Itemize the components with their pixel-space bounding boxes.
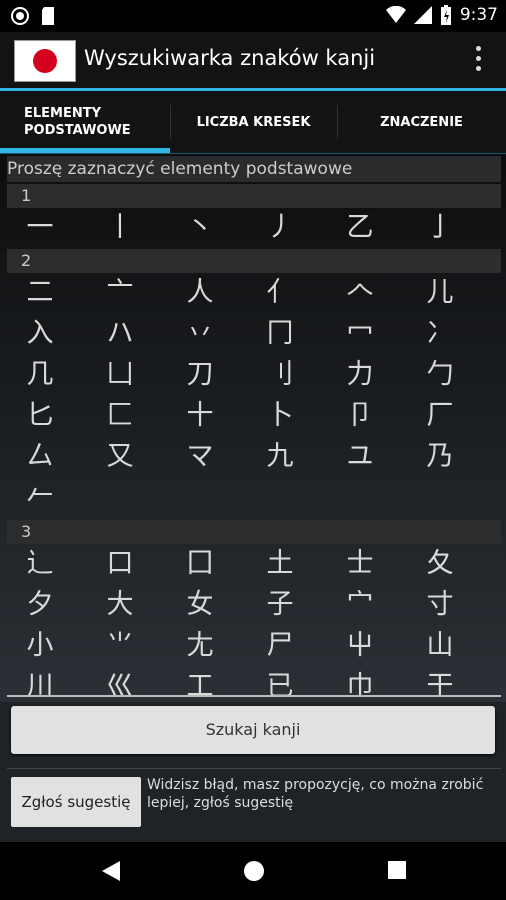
home-icon[interactable] (242, 859, 266, 883)
radical-item[interactable]: 乙 (330, 209, 390, 247)
radical-item[interactable]: 山 (410, 627, 470, 665)
tab-basic-elements[interactable]: ELEMENTY PODSTAWOWE (0, 91, 170, 153)
radical-item[interactable]: 儿 (410, 274, 470, 312)
radical-item[interactable]: 几 (10, 356, 70, 394)
radical-item[interactable]: 又 (90, 438, 150, 476)
tab-meaning[interactable]: ZNACZENIE (337, 91, 506, 153)
radical-item[interactable]: 丨 (90, 209, 150, 247)
app-title: Wyszukiwarka znaków kanji (84, 46, 376, 70)
radical-item[interactable]: 口 (90, 545, 150, 583)
back-icon[interactable] (100, 859, 122, 883)
radical-item[interactable]: 刀 (170, 356, 230, 394)
radical-item[interactable]: 匚 (90, 397, 150, 435)
radical-item[interactable]: 子 (250, 586, 310, 624)
tab-bar: ELEMENTY PODSTAWOWE LICZBA KRESEK ZNACZEN… (0, 91, 506, 153)
overflow-menu-icon[interactable] (474, 44, 482, 76)
radical-item[interactable]: 厶 (10, 438, 70, 476)
radical-item[interactable]: 力 (330, 356, 390, 394)
radical-item[interactable]: 丷 (170, 315, 230, 353)
radical-item[interactable]: 卜 (250, 397, 310, 435)
radical-item[interactable]: 大 (90, 586, 150, 624)
tab-label: PODSTAWOWE (24, 123, 131, 138)
tab-stroke-count[interactable]: LICZBA KRESEK (170, 91, 337, 153)
radical-item[interactable]: 九 (250, 438, 310, 476)
suggest-description: Widzisz błąd, masz propozycję, co można … (147, 777, 484, 811)
stroke-group-header: 1 (7, 184, 501, 208)
tab-label: ZNACZENIE (380, 114, 463, 130)
radical-item[interactable]: ハ (90, 315, 150, 353)
radical-item[interactable]: 卩 (330, 397, 390, 435)
clock: 9:37 (459, 5, 498, 25)
app-bar: Wyszukiwarka znaków kanji (0, 32, 506, 91)
radical-item[interactable]: 小 (10, 627, 70, 665)
radical-item[interactable]: 囗 (170, 545, 230, 583)
radical-item[interactable]: 夕 (10, 586, 70, 624)
radical-item[interactable]: 十 (170, 397, 230, 435)
radical-item[interactable]: 凵 (90, 356, 150, 394)
radical-item[interactable]: 士 (330, 545, 390, 583)
radical-item[interactable]: 冖 (330, 315, 390, 353)
radical-item[interactable]: ⺌ (90, 627, 150, 665)
suggest-button[interactable]: Zgłoś sugestię (11, 777, 141, 827)
radical-item[interactable]: ユ (330, 438, 390, 476)
radical-item[interactable]: 土 (250, 545, 310, 583)
radical-item[interactable]: 𠂉 (10, 479, 70, 517)
radical-item[interactable]: ⻌ (10, 545, 70, 583)
radical-item[interactable]: 丿 (250, 209, 310, 247)
radical-item[interactable]: 屮 (330, 627, 390, 665)
instruction-text: Proszę zaznaczyć elementy podstawowe (7, 156, 501, 182)
radical-item[interactable]: 夂 (410, 545, 470, 583)
tab-label: LICZBA KRESEK (196, 114, 311, 130)
divider (7, 768, 501, 769)
radical-item[interactable]: 𠆢 (330, 274, 390, 312)
status-bar: 9:37 (0, 0, 506, 32)
radical-item[interactable]: 丶 (170, 209, 230, 247)
battery-icon (440, 5, 451, 25)
search-kanji-button[interactable]: Szukaj kanji (11, 706, 495, 754)
radical-item[interactable]: 入 (10, 315, 70, 353)
notification-icon (11, 7, 29, 25)
radical-item[interactable]: 亻 (250, 274, 310, 312)
stroke-group-header: 2 (7, 249, 501, 273)
wifi-icon (385, 6, 406, 23)
radical-item[interactable]: 冂 (250, 315, 310, 353)
radical-item[interactable]: 乃 (410, 438, 470, 476)
japan-flag-icon (14, 40, 76, 82)
radical-item[interactable]: 亅 (410, 209, 470, 247)
radical-item[interactable]: 勹 (410, 356, 470, 394)
radical-item[interactable]: 一 (10, 209, 70, 247)
divider (7, 695, 501, 697)
radical-item[interactable]: 尢 (170, 627, 230, 665)
radical-item[interactable]: 二 (10, 274, 70, 312)
radical-list[interactable]: Proszę zaznaczyć elementy podstawowe 1一丨… (0, 154, 506, 702)
radical-item[interactable]: 尸 (250, 627, 310, 665)
stroke-group-header: 3 (7, 520, 501, 544)
sd-card-icon (42, 7, 54, 25)
radical-item[interactable]: マ (170, 438, 230, 476)
bottom-panel: Szukaj kanji Zgłoś sugestię Widzisz błąd… (0, 695, 506, 842)
radical-item[interactable]: 亠 (90, 274, 150, 312)
radical-item[interactable]: 宀 (330, 586, 390, 624)
signal-icon (413, 6, 432, 24)
radical-item[interactable]: 刂 (250, 356, 310, 394)
navigation-bar (0, 842, 506, 900)
recents-icon[interactable] (386, 859, 408, 881)
tab-label: ELEMENTY (24, 106, 102, 121)
radical-item[interactable]: 女 (170, 586, 230, 624)
radical-item[interactable]: 厂 (410, 397, 470, 435)
radical-item[interactable]: 冫 (410, 315, 470, 353)
radical-item[interactable]: 匕 (10, 397, 70, 435)
radical-item[interactable]: 人 (170, 274, 230, 312)
radical-item[interactable]: 寸 (410, 586, 470, 624)
